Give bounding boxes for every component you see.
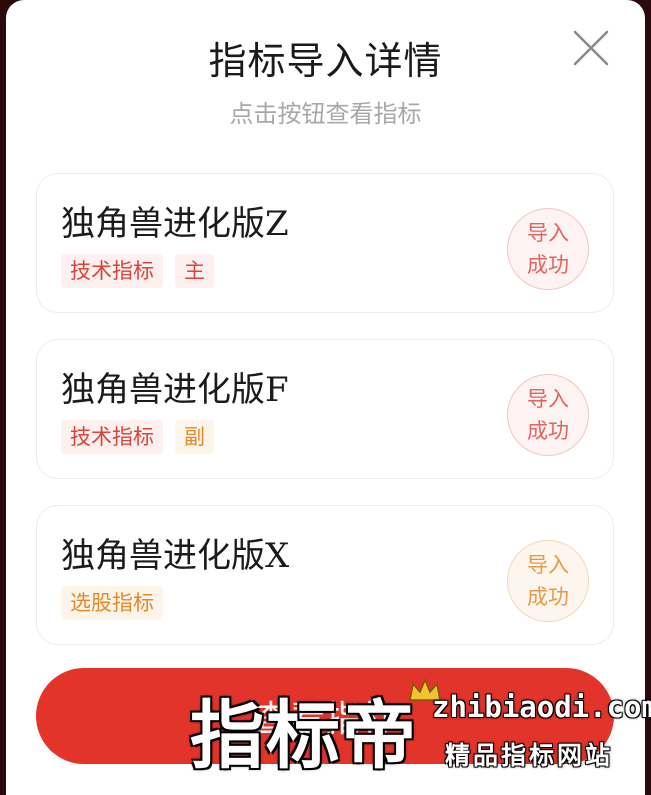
stamp-line-2: 成功 xyxy=(527,585,569,609)
import-success-stamp: 导入 成功 xyxy=(507,540,589,622)
indicator-name: 独角兽进化版Z xyxy=(61,204,289,244)
stamp-line-1: 导入 xyxy=(527,221,569,245)
stamp-line-1: 导入 xyxy=(527,553,569,577)
stamp-line-1: 导入 xyxy=(527,387,569,411)
stamp-line-2: 成功 xyxy=(527,253,569,277)
close-icon[interactable] xyxy=(569,26,613,70)
stamp-line-2: 成功 xyxy=(527,419,569,443)
tag-technical: 技术指标 xyxy=(61,254,163,288)
import-success-stamp: 导入 成功 xyxy=(507,208,589,290)
modal-title: 指标导入详情 xyxy=(208,39,443,83)
tag-list: 技术指标 副 xyxy=(61,420,214,454)
indicator-name: 独角兽进化版F xyxy=(61,370,289,410)
tag-list: 选股指标 xyxy=(61,586,163,620)
tag-list: 技术指标 主 xyxy=(61,254,214,288)
tag-stock-picking: 选股指标 xyxy=(61,586,163,620)
view-indicators-button[interactable]: 查看指标 xyxy=(36,668,614,764)
indicator-card[interactable]: 独角兽进化版Z 技术指标 主 导入 成功 xyxy=(36,173,614,313)
indicator-card[interactable]: 独角兽进化版F 技术指标 副 导入 成功 xyxy=(36,339,614,479)
modal-subtitle: 点击按钮查看指标 xyxy=(229,100,422,128)
indicator-card[interactable]: 独角兽进化版X 选股指标 导入 成功 xyxy=(36,505,614,645)
indicator-name: 独角兽进化版X xyxy=(61,536,290,576)
tag-main: 主 xyxy=(175,254,214,288)
import-success-stamp: 导入 成功 xyxy=(507,374,589,456)
import-details-modal: 指标导入详情 点击按钮查看指标 独角兽进化版Z 技术指标 主 导入 成功 独角兽… xyxy=(6,0,645,795)
tag-secondary: 副 xyxy=(175,420,214,454)
tag-technical: 技术指标 xyxy=(61,420,163,454)
